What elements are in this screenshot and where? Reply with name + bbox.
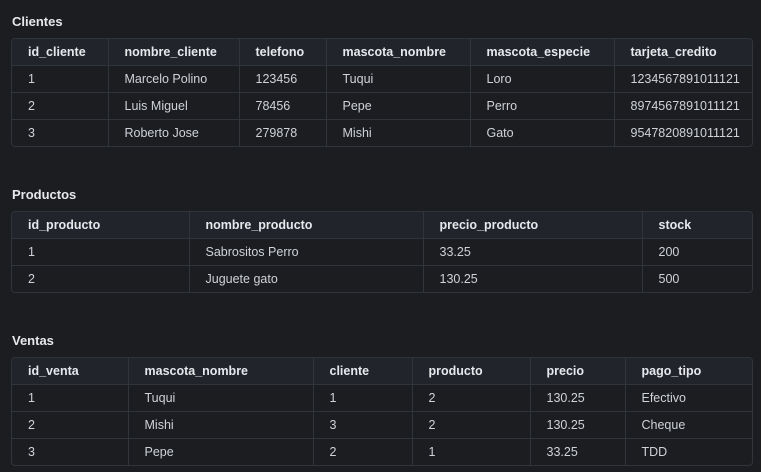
table-cell: Tuqui — [326, 65, 471, 93]
table-cell: 1 — [412, 438, 531, 465]
table-cell: Roberto Jose — [108, 119, 240, 146]
column-header[interactable]: pago_tipo — [625, 358, 752, 385]
table-row[interactable]: 3 Roberto Jose 279878 Mishi Gato 9547820… — [12, 119, 752, 146]
table-cell: TDD — [641, 445, 668, 459]
table-cell: 2 — [12, 92, 109, 120]
table-row[interactable]: 1 Sabrositos Perro 33.25 200 — [12, 238, 752, 266]
table-row[interactable]: 2 Juguete gato 130.25 500 — [12, 265, 752, 292]
table-cell: 130.25 — [530, 411, 626, 439]
column-header[interactable]: tarjeta_credito — [614, 39, 752, 66]
table-cell: 1 — [12, 384, 129, 412]
table-cell: 2 — [313, 438, 413, 465]
table-cell: 3 — [12, 438, 129, 465]
table-row[interactable]: 1 Tuqui 1 2 130.25 Efectivo — [12, 384, 752, 412]
productos-table: id_producto nombre_producto precio_produ… — [12, 212, 752, 292]
table-cell: Luis Miguel — [108, 92, 240, 120]
table-cell: Perro — [470, 92, 615, 120]
table-cell: Cheque — [625, 411, 752, 439]
column-header[interactable]: mascota_nombre — [128, 358, 314, 385]
table-row[interactable]: 2 Luis Miguel 78456 Pepe Perro 897456789… — [12, 92, 752, 120]
table-cell: 2 — [412, 384, 531, 412]
table-cell: 33.25 — [530, 438, 626, 465]
ventas-table-container: id_venta mascota_nombre cliente producto… — [11, 357, 753, 466]
productos-table-container: id_producto nombre_producto precio_produ… — [11, 211, 753, 293]
column-header[interactable]: id_cliente — [12, 39, 109, 66]
table-cell: 500 — [658, 272, 680, 286]
clientes-title: Clientes — [12, 14, 63, 29]
column-header[interactable]: id_venta — [12, 358, 129, 385]
table-cell: Pepe — [128, 438, 314, 465]
table-cell: Gato — [470, 119, 615, 146]
table-cell: Efectivo — [625, 384, 752, 412]
table-row[interactable]: 2 Mishi 3 2 130.25 Cheque — [12, 411, 752, 439]
table-cell: Sabrositos Perro — [189, 238, 424, 266]
table-cell: 3 — [12, 119, 109, 146]
table-row[interactable]: 1 Marcelo Polino 123456 Tuqui Loro 12345… — [12, 65, 752, 93]
table-cell: 1 — [12, 65, 109, 93]
column-header[interactable]: stock — [642, 212, 752, 239]
ventas-title: Ventas — [12, 333, 54, 348]
table-cell: Marcelo Polino — [108, 65, 240, 93]
clientes-header-row: id_cliente nombre_cliente telefono masco… — [12, 39, 752, 66]
table-cell: Mishi — [326, 119, 471, 146]
productos-title: Productos — [12, 187, 77, 202]
ventas-table: id_venta mascota_nombre cliente producto… — [12, 358, 752, 465]
column-header[interactable]: mascota_especie — [470, 39, 615, 66]
table-cell: 8974567891011121 — [614, 92, 752, 120]
productos-header-row: id_producto nombre_producto precio_produ… — [12, 212, 752, 239]
column-header[interactable]: precio_producto — [423, 212, 643, 239]
table-cell: Juguete gato — [189, 265, 424, 292]
table-cell: 2 — [12, 411, 129, 439]
table-cell: 2 — [412, 411, 531, 439]
table-cell: 1 — [313, 384, 413, 412]
table-cell: Tuqui — [128, 384, 314, 412]
clientes-table-container: id_cliente nombre_cliente telefono masco… — [11, 38, 753, 147]
table-cell: 1234567891011121 — [614, 65, 752, 93]
column-header[interactable]: id_producto — [12, 212, 190, 239]
table-cell: 3 — [313, 411, 413, 439]
column-header[interactable]: precio — [530, 358, 626, 385]
column-header[interactable]: producto — [412, 358, 531, 385]
table-cell: 33.25 — [423, 238, 643, 266]
column-header[interactable]: mascota_nombre — [326, 39, 471, 66]
ventas-header-row: id_venta mascota_nombre cliente producto… — [12, 358, 752, 385]
table-row[interactable]: 3 Pepe 2 1 33.25 TDD — [12, 438, 752, 465]
page: Clientes id_cliente nombre_cliente telef… — [0, 0, 761, 472]
clientes-table: id_cliente nombre_cliente telefono masco… — [12, 39, 752, 146]
table-cell: 130.25 — [423, 265, 643, 292]
column-header[interactable]: nombre_cliente — [108, 39, 240, 66]
table-cell: 1 — [12, 238, 190, 266]
table-cell: 200 — [642, 238, 752, 266]
table-cell: Pepe — [326, 92, 471, 120]
table-cell: 279878 — [239, 119, 327, 146]
table-cell: 2 — [12, 265, 190, 292]
table-cell: 130.25 — [530, 384, 626, 412]
table-cell: Loro — [470, 65, 615, 93]
table-cell: 9547820891011121 — [630, 126, 740, 140]
table-cell: Mishi — [128, 411, 314, 439]
column-header[interactable]: telefono — [239, 39, 327, 66]
table-cell: 78456 — [239, 92, 327, 120]
column-header[interactable]: cliente — [313, 358, 413, 385]
column-header[interactable]: nombre_producto — [189, 212, 424, 239]
table-cell: 123456 — [239, 65, 327, 93]
